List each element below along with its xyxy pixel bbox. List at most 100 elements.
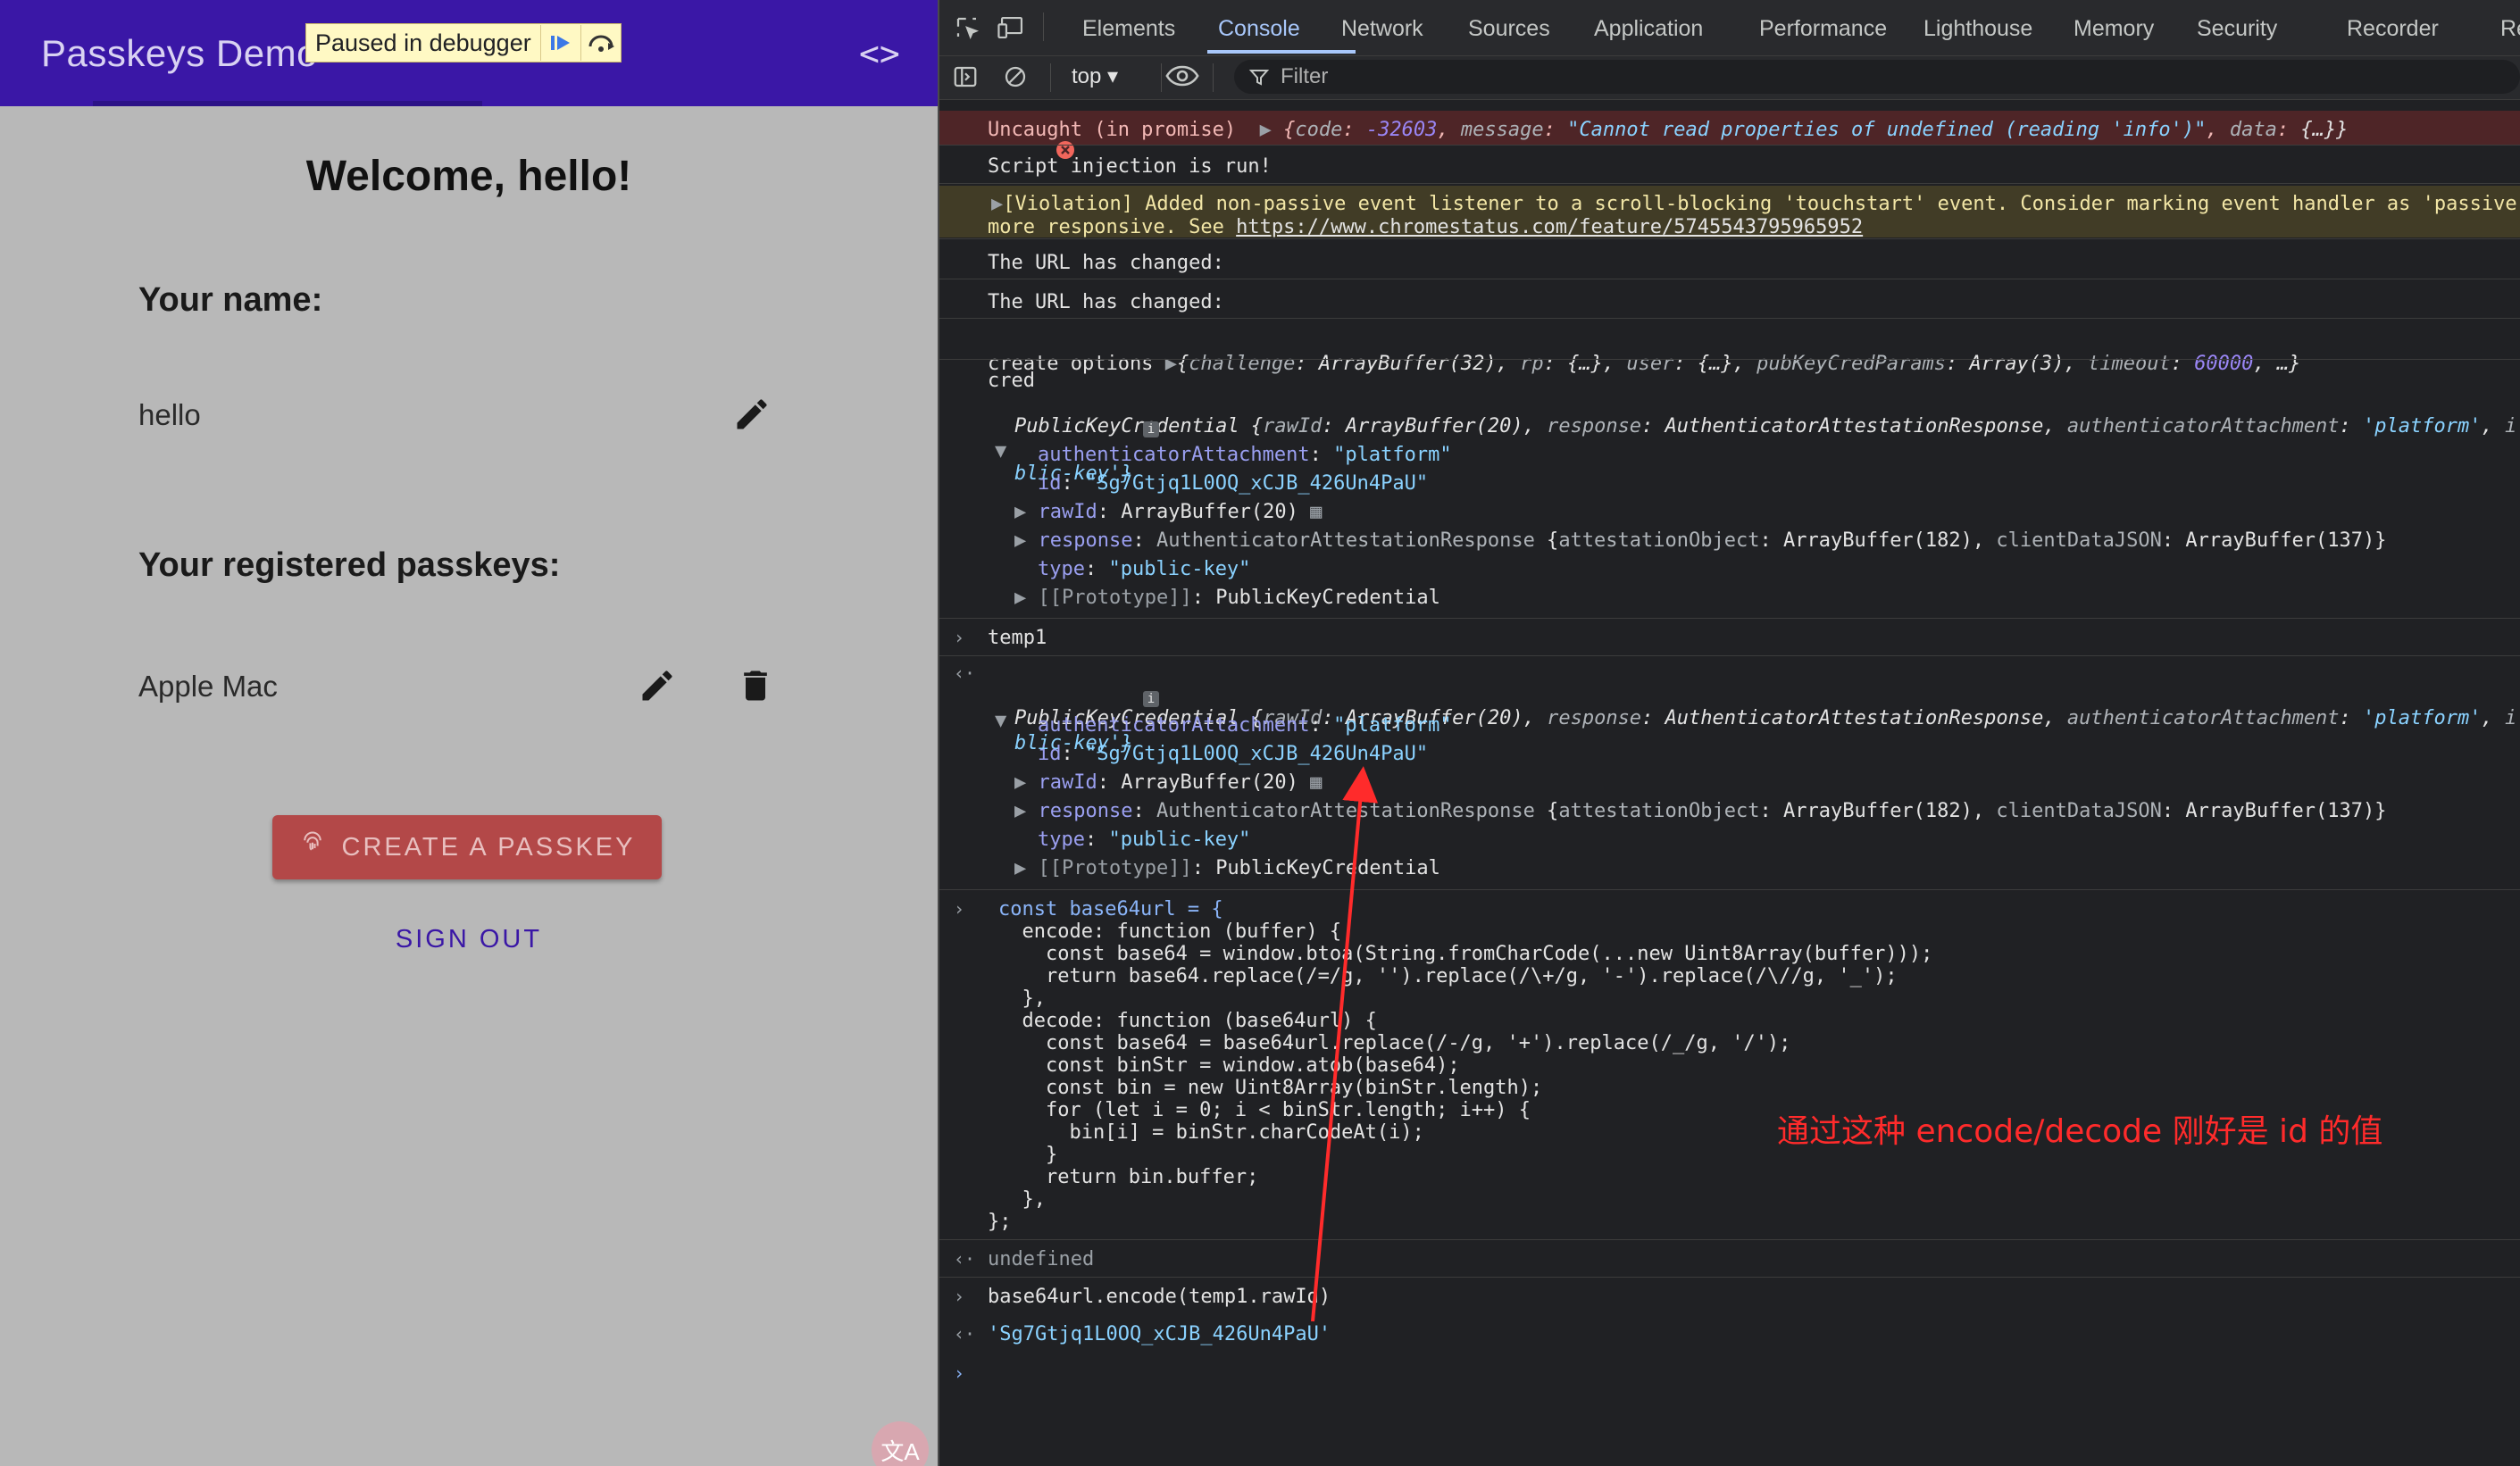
code-line: bin[i] = binStr.charCodeAt(i); (998, 1121, 1424, 1144)
prop-key: [[Prototype]] (1038, 587, 1192, 609)
prop-key: clientDataJSON (1996, 800, 2162, 822)
tab-elements[interactable]: Elements (1082, 16, 1175, 42)
prop-key: rawId (1038, 501, 1097, 523)
log-url-changed: The URL has changed: (988, 291, 1224, 313)
prop-key: rawId (1038, 771, 1097, 794)
prop-value: ArrayBuffer(137)} (2185, 529, 2387, 552)
code-toggle-icon[interactable]: <> (859, 34, 900, 73)
error-data-value: {…}} (2300, 119, 2349, 141)
console-toolbar: top ▾ Filter (939, 56, 2520, 100)
error-data-key: data (2229, 119, 2277, 141)
active-tab-underline (1207, 50, 1356, 54)
tab-security[interactable]: Security (2197, 16, 2277, 42)
chromestatus-link[interactable]: https://www.chromestatus.com/feature/574… (1236, 216, 1863, 238)
tab-network[interactable]: Network (1341, 16, 1423, 42)
tab-application[interactable]: Application (1594, 16, 1703, 42)
resume-icon[interactable] (539, 25, 580, 61)
code-line: for (let i = 0; i < binStr.length; i++) … (998, 1099, 1531, 1121)
expandable-prop[interactable]: ▶ response: AuthenticatorAttestationResp… (939, 529, 2520, 556)
prop-value: "Sg7Gtjq1L0OQ_xCJB_426Un4PaU" (1085, 743, 1429, 765)
tab-console[interactable]: Console (1218, 16, 1300, 42)
console-prompt[interactable]: › (939, 1362, 2520, 1389)
toolbar-separator (1161, 63, 1162, 92)
expandable-prop[interactable]: ▶ response: AuthenticatorAttestationResp… (939, 800, 2520, 827)
tab-recorder[interactable]: Recorder (2347, 16, 2439, 42)
edit-name-pencil-icon[interactable] (732, 395, 772, 438)
step-over-icon[interactable] (580, 25, 621, 61)
sidebar-toggle-icon[interactable] (952, 63, 979, 95)
annotation-note: 通过这种 encode/decode 刚好是 id 的值 (1777, 1113, 2383, 1150)
console-input-encode: base64url.encode(temp1.rawId) (988, 1286, 1331, 1308)
prop-value: PublicKeyCredential (1215, 587, 1440, 609)
code-line: const base64 = base64url.replace(/-/g, '… (998, 1032, 1791, 1054)
expandable-prop[interactable]: ▶ rawId: ArrayBuffer(20) ▦ (939, 771, 2520, 798)
device-toolbar-icon[interactable] (997, 14, 1027, 46)
expandable-prop[interactable]: ▶ [[Prototype]]: PublicKeyCredential (939, 857, 2520, 884)
prop-key: authenticatorAttachment (1038, 714, 1310, 737)
pkc-summary-row[interactable]: ‹· PublicKeyCredential {rawId: ArrayBuff… (939, 662, 2520, 729)
tab-lighthouse[interactable]: Lighthouse (1923, 16, 2032, 42)
clear-console-icon[interactable] (1002, 63, 1029, 95)
info-icon[interactable]: i (1143, 421, 1159, 437)
cred-label: cred (988, 370, 1035, 392)
info-icon[interactable]: i (1143, 691, 1159, 707)
result-undefined: undefined (988, 1248, 1095, 1270)
context-selector[interactable]: top ▾ (1072, 63, 1118, 89)
console-input-temp1: temp1 (988, 627, 1047, 649)
prop-value: "Sg7Gtjq1L0OQ_xCJB_426Un4PaU" (1085, 472, 1429, 495)
prop-value: "platform" (1333, 714, 1452, 737)
live-expression-eye-icon[interactable] (1164, 62, 1200, 95)
passkeys-demo-app: Passkeys Demo <> Paused in debugger Welc… (0, 0, 938, 1466)
filter-input[interactable] (1234, 60, 2520, 94)
prop-value: ArrayBuffer(182) (1782, 800, 1973, 822)
edit-passkey-pencil-icon[interactable] (638, 666, 677, 710)
sign-out-link[interactable]: SIGN OUT (0, 925, 938, 954)
code-line: }; (988, 1211, 1012, 1233)
prop-value: AuthenticatorAttestationResponse (1156, 529, 1535, 552)
prop-key: response (1038, 529, 1133, 552)
log-create-options[interactable]: create options ▶{challenge: ArrayBuffer(… (939, 330, 2520, 375)
prop-value: "public-key" (1108, 829, 1251, 851)
delete-passkey-trash-icon[interactable] (736, 666, 775, 710)
toolbar-separator (1050, 63, 1051, 92)
prop-key: response (1038, 800, 1133, 822)
code-line: const bin = new Uint8Array(binStr.length… (998, 1077, 1543, 1099)
expandable-prop[interactable]: ▶ [[Prototype]]: PublicKeyCredential (939, 587, 2520, 613)
app-title: Passkeys Demo (41, 32, 318, 74)
code-line: return base64.replace(/=/g, '').replace(… (998, 965, 1898, 987)
prop-key: attestationObject (1558, 800, 1760, 822)
code-line: encode: function (buffer) { (998, 920, 1342, 943)
code-line: decode: function (base64url) { (998, 1010, 1377, 1032)
log-url-changed: The URL has changed: (988, 252, 1224, 274)
prop-value: PublicKeyCredential (1215, 857, 1440, 879)
code-line: } (998, 1144, 1058, 1166)
translate-icon[interactable]: 文A (872, 1421, 929, 1466)
code-line: }, (998, 987, 1046, 1010)
prop-value: AuthenticatorAttestationResponse (1156, 800, 1535, 822)
inspect-element-icon[interactable] (954, 14, 980, 46)
fingerprint-icon (299, 830, 326, 864)
prop-key: id (1038, 743, 1062, 765)
code-line: const binStr = window.atob(base64); (998, 1054, 1460, 1077)
devtools-panel: Elements Console Network Sources Applica… (939, 0, 2520, 1466)
create-passkey-button[interactable]: CREATE A PASSKEY (272, 815, 662, 879)
console-warning-row[interactable]: ▶[Violation] Added non-passive event lis… (939, 186, 2520, 238)
tab-overflow[interactable]: Re (2500, 16, 2520, 42)
prop-key: clientDataJSON (1996, 529, 2162, 552)
prop-key: type (1038, 829, 1085, 851)
tab-performance[interactable]: Performance (1759, 16, 1887, 42)
code-line: const base64 = window.btoa(String.fromCh… (998, 943, 1933, 965)
console-error-row[interactable]: Uncaught (in promise) ▶ {code: -32603, m… (939, 111, 2520, 159)
pkc-summary-row[interactable]: PublicKeyCredential {rawId: ArrayBuffer(… (939, 393, 2520, 437)
memory-icon[interactable]: ▦ (1310, 771, 1322, 794)
tab-memory[interactable]: Memory (2074, 16, 2154, 42)
tab-sources[interactable]: Sources (1468, 16, 1550, 42)
passkeys-label: Your registered passkeys: (138, 546, 561, 584)
toolbar-separator (1213, 63, 1214, 92)
prop-key: id (1038, 472, 1062, 495)
violation-message: [Violation] Added non-passive event list… (1003, 193, 2520, 215)
filter-funnel-icon (1248, 67, 1270, 93)
expandable-prop[interactable]: ▶ rawId: ArrayBuffer(20) ▦ (939, 501, 2520, 528)
memory-icon[interactable]: ▦ (1310, 501, 1322, 523)
name-label: Your name: (138, 281, 323, 319)
